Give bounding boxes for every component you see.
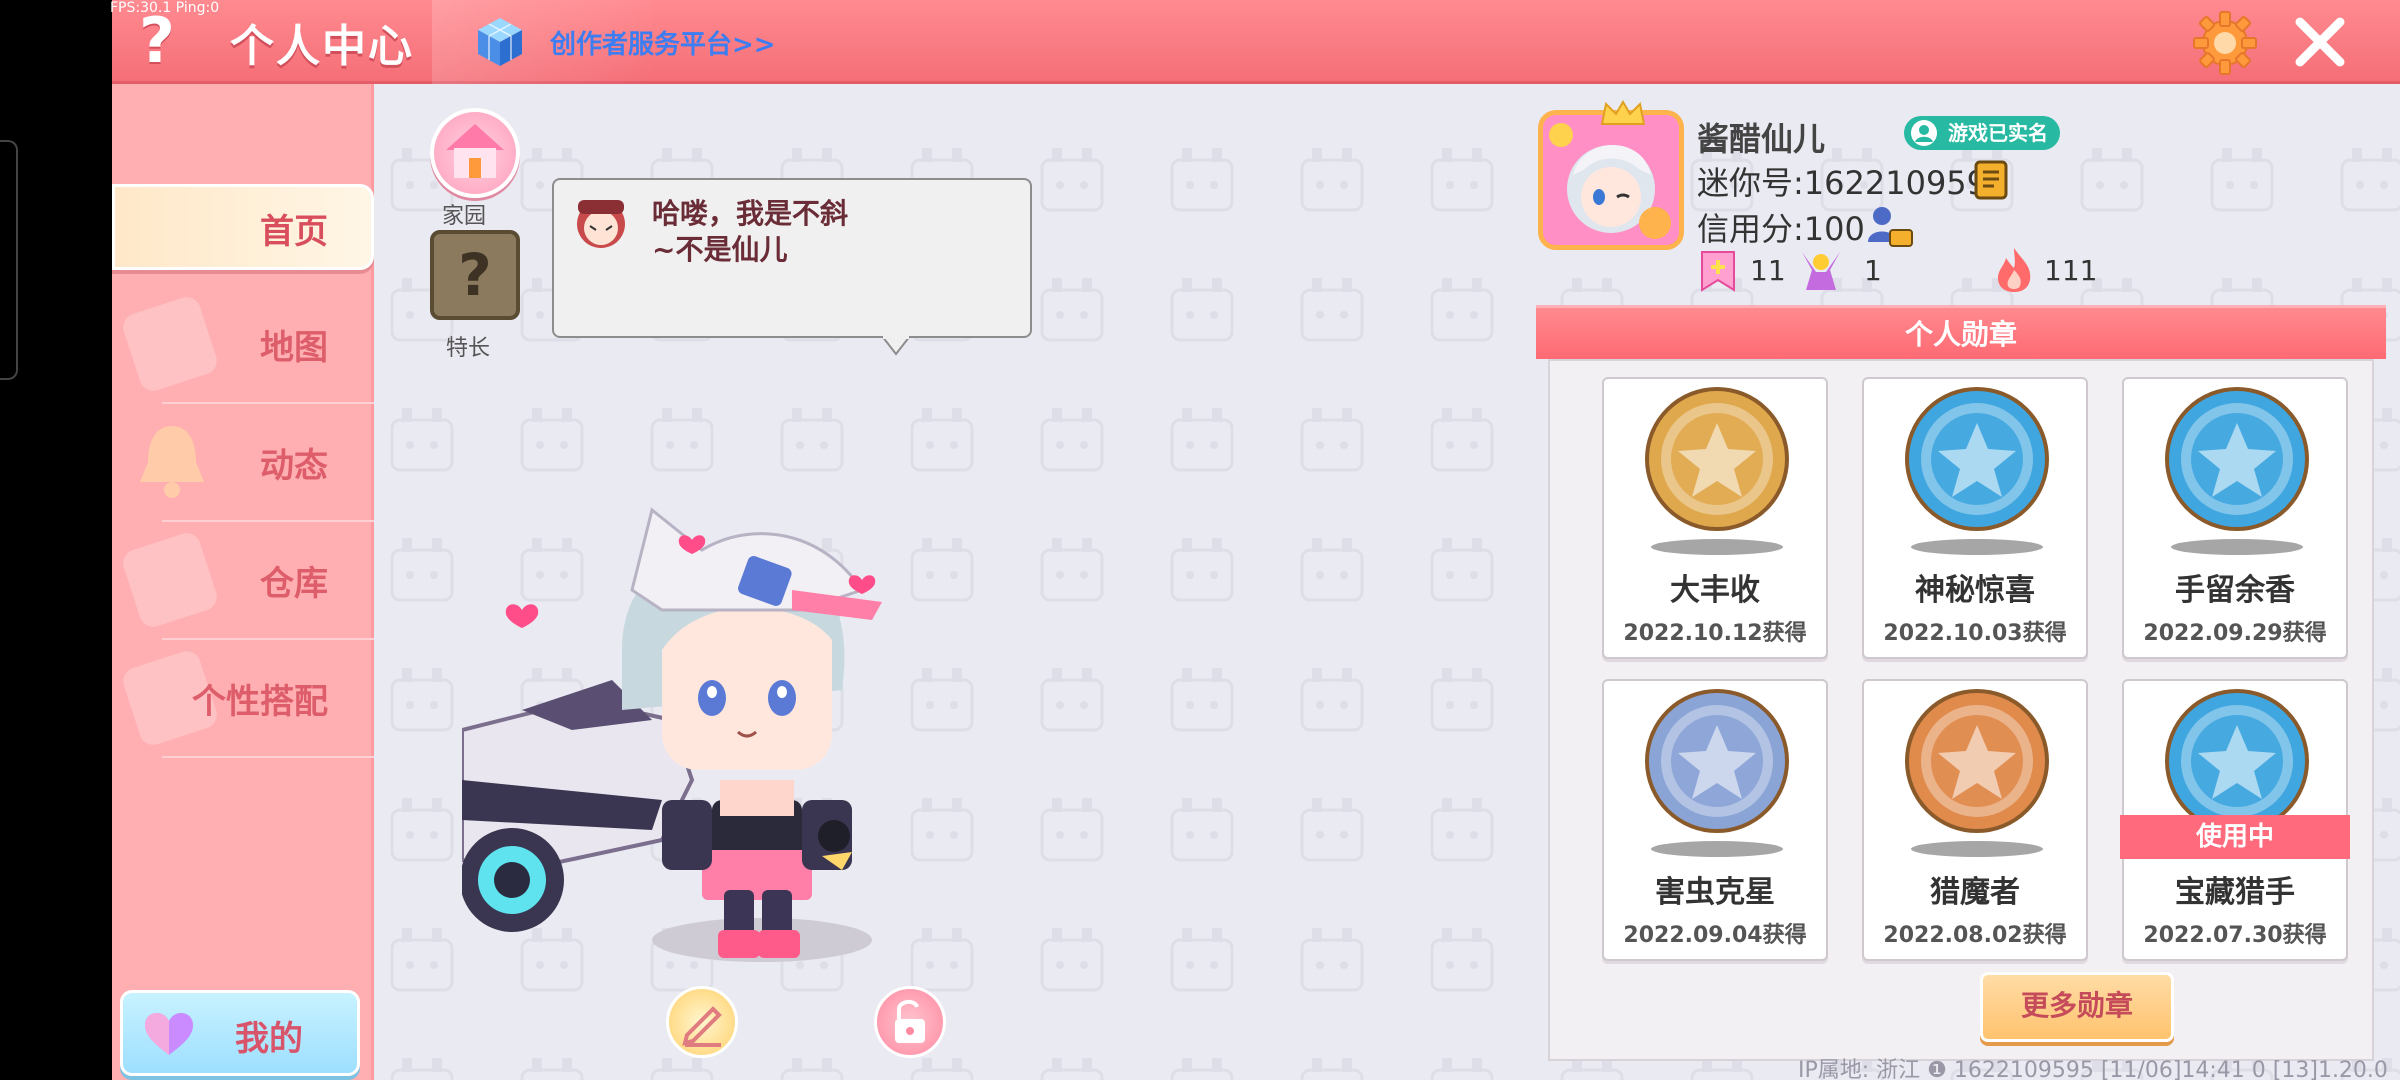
page-title: 个人中心 <box>230 21 414 72</box>
footer-info: IP属地: 浙江 ❶ 1622109595 [11/06]14:41 0 [13… <box>1798 1058 2388 1080</box>
medal-name: 害虫克星 <box>1655 875 1775 910</box>
medal-name: 神秘惊喜 <box>1915 573 2035 608</box>
home-button[interactable] <box>430 108 520 198</box>
skill-label: 特长 <box>446 336 491 361</box>
divider <box>162 756 374 758</box>
avatar-portrait-icon <box>1543 115 1679 245</box>
bookmark-plus-icon <box>1701 251 1735 292</box>
medal-card[interactable]: 大丰收 2022.10.12获得 <box>1602 377 1828 659</box>
sidebar-item-label: 仓库 <box>260 564 328 604</box>
credit-score: 信用分:100 <box>1697 210 1865 248</box>
mini-id: 迷你号:1622109595 <box>1697 164 2008 202</box>
house-icon <box>446 124 504 178</box>
edit-button[interactable] <box>666 986 738 1058</box>
medal-date: 2022.09.29获得 <box>2143 621 2327 646</box>
fire-icon <box>1998 248 2031 292</box>
help-icon[interactable]: ? <box>122 6 192 76</box>
badges-panel: 大丰收 2022.10.12获得 神秘惊喜 2022.10.03获得 手留余香 2022.… <box>1548 359 2374 1061</box>
avatar-thumb-icon <box>577 200 625 248</box>
mine-button[interactable]: 我的 <box>120 990 360 1076</box>
sidebar-item-label: 首页 <box>260 212 328 252</box>
top-bar: ? 个人中心 创作者服务平台>> <box>112 0 2400 84</box>
medal-date: 2022.10.03获得 <box>1883 621 2067 646</box>
likes-count: 11 <box>1750 254 1786 287</box>
unlock-icon <box>895 1000 925 1043</box>
medal-date: 2022.08.02获得 <box>1883 923 2067 948</box>
close-icon[interactable] <box>2290 12 2350 72</box>
badges-title: 个人勋章 <box>1904 318 2017 351</box>
medal-date: 2022.07.30获得 <box>2143 923 2327 948</box>
pencil-icon <box>682 1006 722 1047</box>
skill-button[interactable]: ? <box>430 230 520 320</box>
system-edge-handle <box>0 140 18 380</box>
screen: FPS:30.1 Ping:0 ? 个人中心 创作者服务平台>> 首页 地图 动… <box>0 0 2400 1080</box>
heart-icon <box>145 1013 193 1055</box>
unlock-button[interactable] <box>874 986 946 1058</box>
map-icon <box>119 293 221 395</box>
creator-platform-link[interactable]: 创作者服务平台>> <box>550 24 776 61</box>
storage-icon <box>119 529 221 631</box>
username: 酱醋仙儿 <box>1697 120 1826 158</box>
cube-icon[interactable] <box>472 14 528 70</box>
copy-icon[interactable] <box>1972 158 2012 202</box>
sidebar-item-label: 地图 <box>260 328 328 368</box>
medal-icon <box>2165 387 2309 555</box>
medal-date: 2022.09.04获得 <box>1623 923 1807 948</box>
medal-icon <box>1645 387 1789 555</box>
heat-count: 111 <box>2044 254 2098 287</box>
greeting-bubble: 哈喽，我是不斜 ~不是仙儿 <box>552 178 1032 338</box>
active-tab-highlight <box>112 184 374 270</box>
sidebar-item-home[interactable]: 首页 <box>112 184 374 270</box>
greeting-line-1: 哈喽，我是不斜 <box>652 197 849 230</box>
badges-header: 个人勋章 <box>1536 305 2386 359</box>
sidebar: 首页 地图 动态 仓库 个性搭配 我的 <box>112 84 374 1080</box>
more-badges-button[interactable]: 更多勋章 <box>1980 972 2174 1042</box>
gear-icon[interactable] <box>2192 10 2258 76</box>
person-card-icon[interactable] <box>1864 204 1914 248</box>
mine-label: 我的 <box>235 1019 303 1059</box>
medal-card[interactable]: 害虫克星 2022.09.04获得 <box>1602 679 1828 961</box>
fps-readout: FPS:30.1 Ping:0 <box>110 0 220 16</box>
bubble-tail <box>882 336 910 356</box>
sidebar-item-storage[interactable]: 仓库 <box>112 522 374 640</box>
verified-badge: 游戏已实名 <box>1904 116 2060 150</box>
sidebar-item-outfit[interactable]: 个性搭配 <box>112 640 374 758</box>
greeting-line-2: ~不是仙儿 <box>652 233 788 266</box>
medal-icon <box>1905 387 2049 555</box>
fans-icon <box>1802 252 1840 290</box>
question-icon: ? <box>458 241 492 309</box>
medal-card[interactable]: 宝藏猎手 2022.07.30获得 使用中 <box>2120 679 2350 961</box>
sidebar-item-label: 动态 <box>260 446 328 486</box>
verified-label: 游戏已实名 <box>1948 121 2048 145</box>
sidebar-item-map[interactable]: 地图 <box>112 286 374 404</box>
fans-count: 1 <box>1864 254 1882 287</box>
player-character <box>462 507 882 962</box>
bell-icon <box>140 426 204 498</box>
medal-card[interactable]: 猎魔者 2022.08.02获得 <box>1862 679 2088 961</box>
sidebar-item-feed[interactable]: 动态 <box>112 404 374 522</box>
medal-name: 猎魔者 <box>1930 875 2020 910</box>
medal-name: 手留余香 <box>2175 573 2295 608</box>
home-label: 家园 <box>442 204 487 229</box>
medal-icon <box>1905 689 2049 857</box>
medal-icon <box>1645 689 1789 857</box>
crown-icon <box>1600 100 1646 125</box>
medal-card[interactable]: 神秘惊喜 2022.10.03获得 <box>1862 377 2088 659</box>
medal-name: 宝藏猎手 <box>2175 875 2295 910</box>
medal-name: 大丰收 <box>1670 573 1760 608</box>
sidebar-item-label: 个性搭配 <box>192 682 328 722</box>
personal-center-app: ? 个人中心 创作者服务平台>> 首页 地图 动态 仓库 个性搭配 我的 家园 … <box>112 0 2400 1080</box>
medal-card[interactable]: 手留余香 2022.09.29获得 <box>2122 377 2348 659</box>
avatar[interactable] <box>1538 110 1684 250</box>
verified-user-icon <box>1911 120 1937 146</box>
medal-date: 2022.10.12获得 <box>1623 621 1807 646</box>
in-use-badge: 使用中 <box>2120 815 2350 859</box>
